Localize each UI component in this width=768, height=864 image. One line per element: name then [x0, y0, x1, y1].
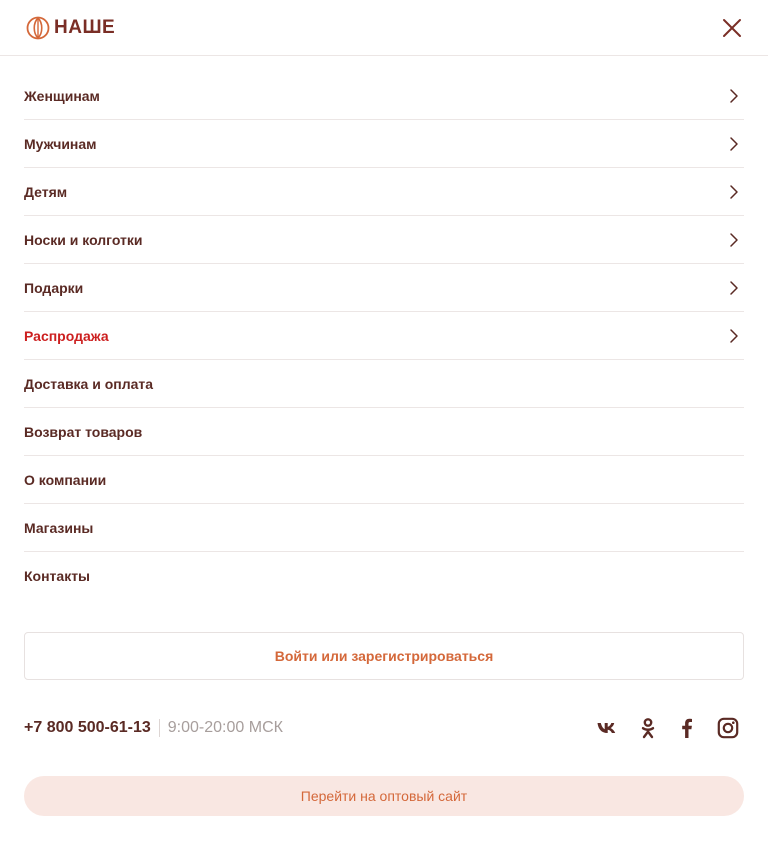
login-register-label: Войти или зарегистрироваться	[274, 648, 494, 664]
menu-item-contacts[interactable]: Контакты	[24, 552, 744, 600]
chevron-right-icon	[730, 137, 738, 151]
menu-item-label: Контакты	[24, 568, 91, 584]
menu-item-men[interactable]: Мужчинам	[24, 120, 744, 168]
header: НАШЕ	[0, 0, 768, 56]
menu-item-label: О компании	[24, 471, 107, 488]
login-register-button[interactable]: Войти или зарегистрироваться	[24, 632, 744, 680]
menu-item-women[interactable]: Женщинам	[24, 72, 744, 120]
chevron-right-icon	[730, 89, 738, 103]
menu-item-label: Распродажа	[24, 327, 109, 344]
logo[interactable]: НАШЕ	[26, 16, 115, 40]
chevron-right-icon	[730, 185, 738, 199]
menu-item-label: Мужчинам	[24, 135, 97, 152]
working-hours: 9:00-20:00 МСК	[167, 719, 283, 736]
facebook-icon[interactable]	[675, 716, 699, 740]
divider	[158, 719, 160, 737]
menu-item-label: Магазины	[24, 519, 94, 536]
vk-icon[interactable]	[596, 716, 620, 740]
chevron-right-icon	[730, 233, 738, 247]
menu-item-about[interactable]: О компании	[24, 456, 744, 504]
menu-item-label: Подарки	[24, 279, 84, 296]
menu-item-kids[interactable]: Детям	[24, 168, 744, 216]
wholesale-site-button[interactable]: Перейти на оптовый сайт	[24, 776, 744, 816]
main-menu: Женщинам Мужчинам Детям Носки и колготки…	[24, 72, 744, 600]
menu-item-stores[interactable]: Магазины	[24, 504, 744, 552]
contact-info: +7 800 500-61-13 9:00-20:00 МСК	[24, 716, 283, 740]
menu-item-socks-tights[interactable]: Носки и колготки	[24, 216, 744, 264]
menu-item-label: Женщинам	[24, 87, 100, 104]
menu-item-label: Носки и колготки	[24, 231, 143, 248]
menu-item-label: Детям	[24, 183, 68, 200]
instagram-icon[interactable]	[716, 716, 740, 740]
menu-item-returns[interactable]: Возврат товаров	[24, 408, 744, 456]
menu-item-sale[interactable]: Распродажа	[24, 312, 744, 360]
menu-item-gifts[interactable]: Подарки	[24, 264, 744, 312]
sunflower-logo-icon	[26, 16, 50, 40]
menu-item-label: Возврат товаров	[24, 423, 143, 440]
close-icon[interactable]	[720, 16, 744, 40]
menu-item-label: Доставка и оплата	[24, 375, 154, 392]
menu-item-delivery-payment[interactable]: Доставка и оплата	[24, 360, 744, 408]
chevron-right-icon	[730, 281, 738, 295]
logo-text: НАШЕ	[54, 17, 116, 38]
phone-link[interactable]: +7 800 500-61-13	[24, 719, 151, 737]
chevron-right-icon	[730, 329, 738, 343]
odnoklassniki-icon[interactable]	[636, 716, 660, 740]
wholesale-site-label: Перейти на оптовый сайт	[300, 788, 468, 804]
